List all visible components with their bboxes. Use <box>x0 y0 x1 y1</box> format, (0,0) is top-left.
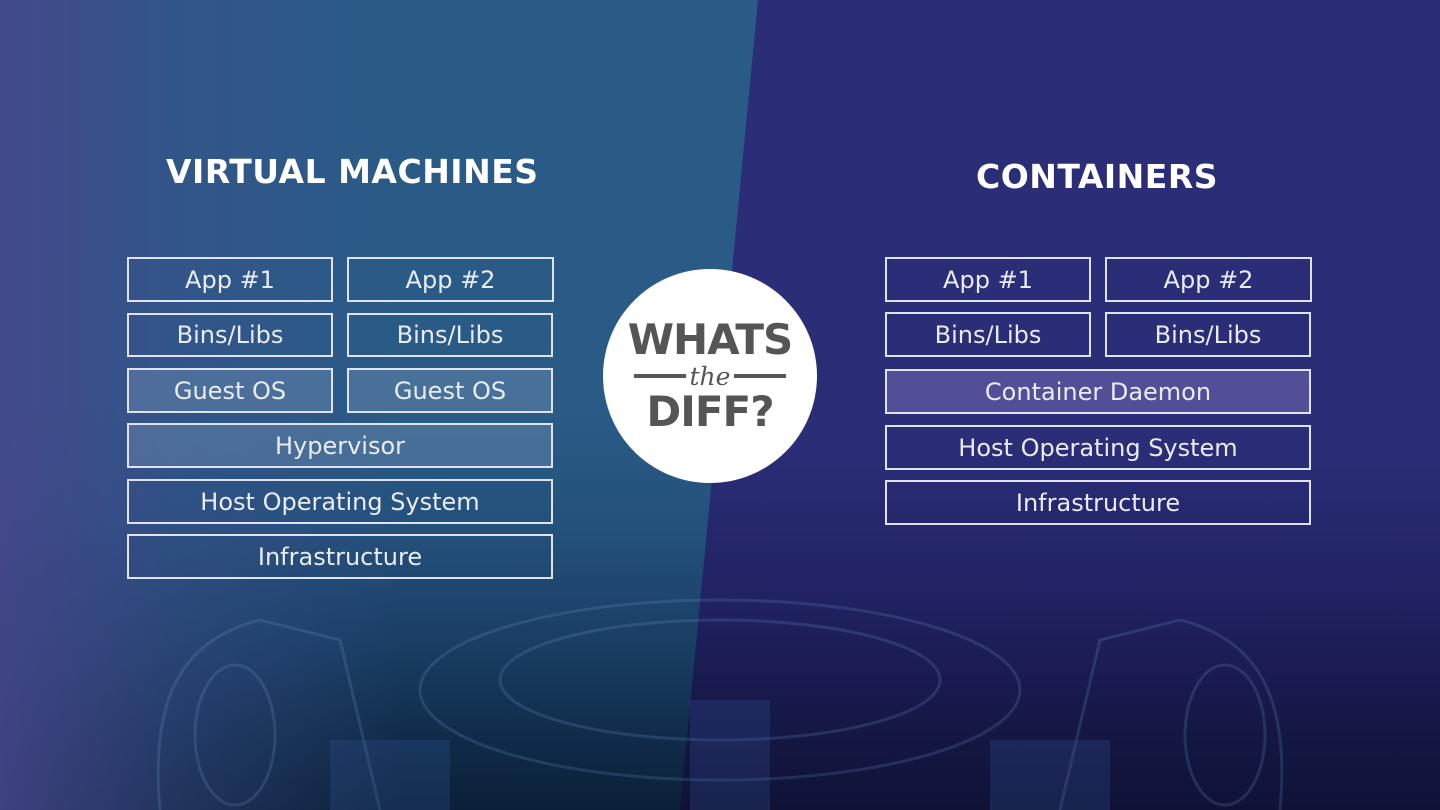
container-infrastructure-layer: Infrastructure <box>885 480 1311 525</box>
container-bins-libs-2-layer: Bins/Libs <box>1105 312 1311 357</box>
vm-guest-os-1-layer: Guest OS <box>127 368 333 413</box>
badge-line-the: the <box>689 361 731 391</box>
container-host-os-layer: Host Operating System <box>885 425 1311 470</box>
badge-line-diff: DIFF? <box>646 387 774 436</box>
vm-bins-libs-2-layer: Bins/Libs <box>347 313 553 357</box>
container-app-1-layer: App #1 <box>885 257 1091 302</box>
vm-app-2-layer: App #2 <box>347 257 554 302</box>
container-bins-libs-1-layer: Bins/Libs <box>885 312 1091 357</box>
virtual-machines-title: VIRTUAL MACHINES <box>166 152 539 191</box>
vm-hypervisor-layer: Hypervisor <box>127 423 553 468</box>
containers-title: CONTAINERS <box>976 157 1218 196</box>
container-app-2-layer: App #2 <box>1105 257 1312 302</box>
vm-app-1-layer: App #1 <box>127 257 333 302</box>
slide: VIRTUAL MACHINES App #1 App #2 Bins/Libs… <box>0 0 1440 810</box>
vm-host-os-layer: Host Operating System <box>127 479 553 524</box>
whats-the-diff-badge: WHATS the DIFF? <box>603 269 817 483</box>
vm-infrastructure-layer: Infrastructure <box>127 534 553 579</box>
vm-guest-os-2-layer: Guest OS <box>347 368 553 413</box>
badge-rule-right <box>734 374 787 378</box>
badge-line-whats: WHATS <box>627 315 794 364</box>
badge-rule-left <box>633 374 686 378</box>
container-daemon-layer: Container Daemon <box>885 369 1311 414</box>
vm-bins-libs-1-layer: Bins/Libs <box>127 313 333 357</box>
